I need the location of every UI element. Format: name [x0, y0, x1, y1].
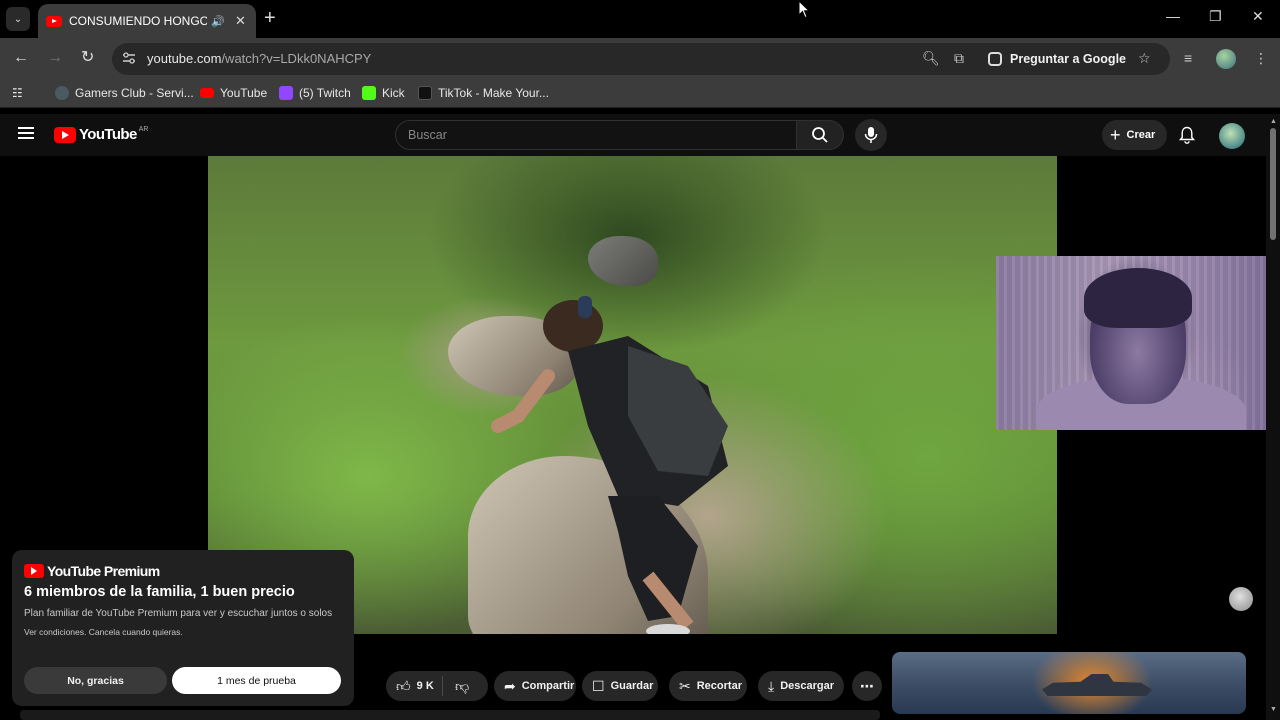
close-window-icon[interactable]: ✕	[1252, 8, 1264, 25]
webcam-person-hair	[1084, 268, 1192, 328]
youtube-icon	[200, 88, 214, 98]
youtube-logo[interactable]: YouTube AR	[54, 126, 148, 143]
youtube-premium-logo: YouTube Premium	[24, 562, 342, 580]
search-box	[395, 120, 797, 150]
bookmark-youtube[interactable]: YouTube	[200, 86, 267, 100]
address-bar[interactable]: youtube.com/watch?v=LDkk0NAHCPY 🔍︎ ⧉ Pre…	[112, 43, 1170, 75]
browser-tab-strip: ⌄ CONSUMIENDO HONGOS | 🔊 ✕ + — ❐ ✕	[0, 0, 1280, 38]
new-tab-icon[interactable]: +	[264, 8, 276, 28]
thumbs-up-icon: 👍︎	[396, 677, 411, 694]
bookmark-gamers-club[interactable]: Gamers Club - Servi...	[55, 86, 194, 100]
thumbs-down-icon: 👎︎	[455, 677, 470, 694]
gamers-club-icon	[55, 86, 69, 100]
scroll-down-icon[interactable]: ▼	[1270, 706, 1277, 713]
voice-search-button[interactable]	[855, 119, 887, 151]
browser-profile-avatar[interactable]	[1216, 49, 1236, 69]
promo-terms-link[interactable]: Ver condiciones. Cancela cuando quieras.	[24, 627, 342, 637]
like-button[interactable]: 👍︎ 9 K	[386, 678, 442, 695]
tab-search-button[interactable]: ⌄	[6, 7, 30, 31]
ask-google-button[interactable]: Preguntar a Google	[980, 46, 1136, 72]
google-lens-icon	[988, 52, 1002, 66]
page-scrollbar[interactable]: ▲ ▼	[1266, 114, 1280, 720]
menu-icon[interactable]	[18, 127, 34, 139]
apps-grid-icon[interactable]: ☷	[12, 86, 23, 100]
bookmark-tiktok[interactable]: TikTok - Make Your...	[418, 86, 549, 100]
premium-promo-dialog: YouTube Premium 6 miembros de la familia…	[12, 550, 354, 706]
browser-tab-active[interactable]: CONSUMIENDO HONGOS | 🔊 ✕	[38, 4, 256, 38]
bookmark-twitch[interactable]: (5) Twitch	[279, 86, 351, 100]
download-icon: ⤓	[768, 677, 775, 694]
scissors-icon: ✂	[679, 677, 691, 694]
zoom-icon[interactable]: 🔍︎	[922, 50, 940, 67]
create-button[interactable]: + Crear	[1102, 120, 1168, 150]
share-icon: ➦	[504, 677, 516, 694]
thumbnail-detail	[1042, 674, 1152, 696]
media-controls-icon[interactable]: ≡	[1184, 50, 1192, 66]
kick-icon	[362, 86, 376, 100]
notifications-bell-icon[interactable]	[1179, 126, 1195, 144]
like-dislike-group: 👍︎ 9 K 👎︎	[386, 671, 488, 701]
restore-icon[interactable]: ❐	[1209, 8, 1222, 25]
search-input[interactable]	[396, 121, 796, 149]
plus-icon: +	[1110, 125, 1121, 145]
more-horizontal-icon: ⋯	[860, 677, 874, 694]
promo-description: Plan familiar de YouTube Premium para ve…	[24, 608, 333, 619]
more-menu-icon[interactable]: ⋮	[1254, 50, 1268, 67]
description-box-edge	[20, 710, 880, 720]
free-trial-button[interactable]: 1 mes de prueba	[172, 667, 341, 694]
search-button[interactable]	[796, 120, 844, 150]
speaker-icon[interactable]: 🔊	[211, 15, 227, 28]
youtube-play-icon	[54, 126, 76, 143]
bookmark-icon: ☐	[592, 677, 605, 694]
extension-avatar-icon[interactable]	[1229, 587, 1253, 611]
forward-icon[interactable]: →	[47, 48, 63, 68]
recommended-video-thumbnail[interactable]	[892, 652, 1246, 714]
promo-title: 6 miembros de la familia, 1 buen precio	[24, 584, 295, 600]
dislike-button[interactable]: 👎︎	[443, 678, 475, 695]
search-icon	[812, 127, 828, 143]
video-frame-detail	[491, 296, 728, 634]
twitch-icon	[279, 86, 293, 100]
clip-button[interactable]: ✂ Recortar	[669, 671, 747, 701]
youtube-play-icon	[24, 564, 44, 578]
youtube-icon	[46, 15, 62, 27]
mouse-cursor-icon	[798, 0, 810, 19]
minimize-icon[interactable]: —	[1166, 8, 1180, 24]
more-actions-button[interactable]: ⋯	[852, 671, 882, 701]
browser-toolbar: ← → ↻ youtube.com/watch?v=LDkk0NAHCPY 🔍︎…	[0, 38, 1280, 80]
save-button[interactable]: ☐ Guardar	[582, 671, 658, 701]
bookmark-star-icon[interactable]: ☆	[1138, 50, 1151, 67]
chevron-down-icon: ⌄	[13, 13, 23, 25]
tab-title: CONSUMIENDO HONGOS |	[69, 14, 207, 28]
scrollbar-thumb[interactable]	[1270, 128, 1276, 240]
share-button[interactable]: ➦ Compartir	[494, 671, 576, 701]
back-icon[interactable]: ←	[13, 48, 29, 68]
install-app-icon[interactable]: ⧉	[954, 50, 964, 67]
youtube-masthead: YouTube AR + Crear	[0, 114, 1280, 156]
bookmark-kick[interactable]: Kick	[362, 86, 405, 100]
site-info-icon[interactable]	[122, 51, 136, 65]
reload-icon[interactable]: ↻	[81, 48, 94, 68]
url-text: youtube.com/watch?v=LDkk0NAHCPY	[147, 51, 372, 66]
microphone-icon	[864, 127, 878, 143]
account-avatar[interactable]	[1219, 123, 1245, 149]
tiktok-icon	[418, 86, 432, 100]
close-tab-icon[interactable]: ✕	[235, 13, 246, 29]
webcam-overlay	[996, 256, 1280, 430]
decline-button[interactable]: No, gracias	[24, 667, 167, 694]
scroll-up-icon[interactable]: ▲	[1270, 118, 1277, 125]
download-button[interactable]: ⤓ Descargar	[758, 671, 844, 701]
bookmarks-bar: ☷ Gamers Club - Servi... YouTube (5) Twi…	[0, 80, 1280, 108]
